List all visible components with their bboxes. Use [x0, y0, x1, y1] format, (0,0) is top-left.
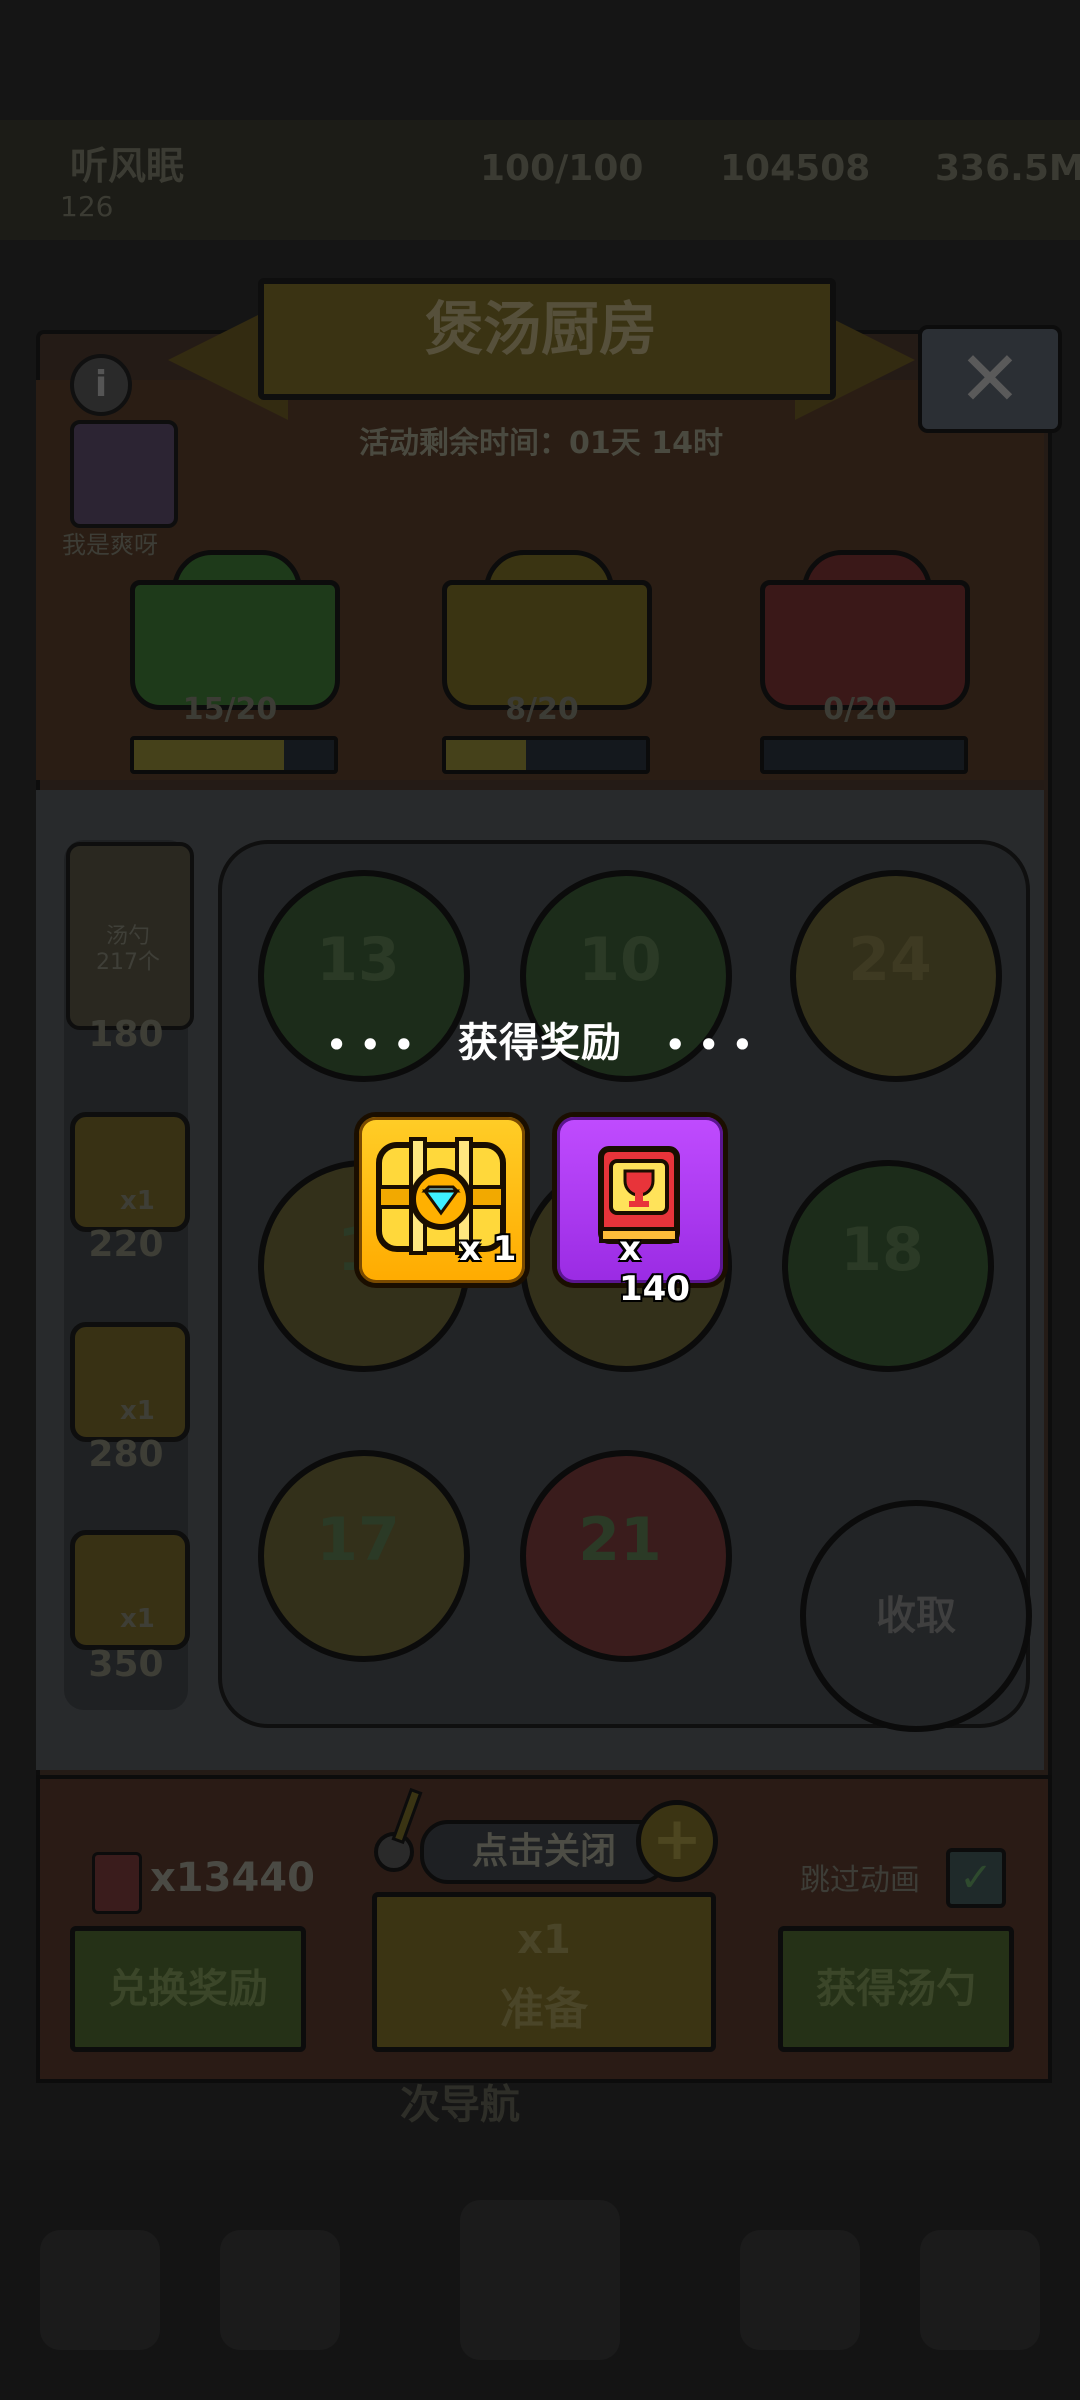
tap-to-close-label[interactable]: 点击关闭: [420, 1820, 668, 1884]
grid-pot-number: 17: [316, 1505, 400, 1575]
bottom-hint-text: 次导航: [400, 2082, 520, 2128]
prepare-button[interactable]: x1 准备: [372, 1892, 716, 2052]
pot-yellow: [442, 580, 652, 710]
close-icon: ✕: [958, 334, 1022, 423]
reward-item-chest[interactable]: x 1: [354, 1112, 530, 1288]
grid-pot-number: 21: [578, 1505, 662, 1575]
pot-yellow-count: 8/20: [505, 692, 579, 727]
energy-value: 100/100: [480, 148, 644, 189]
player-name: 听风眠: [70, 144, 185, 188]
skip-animation-label: 跳过动画: [800, 1863, 920, 1898]
skip-animation-checkbox[interactable]: ✓: [946, 1848, 1006, 1908]
milestone-350: 350: [88, 1644, 164, 1685]
pot-green-count: 15/20: [182, 692, 278, 727]
close-button[interactable]: ✕: [918, 325, 1062, 433]
info-icon: i: [94, 364, 108, 405]
nav-item[interactable]: [220, 2230, 340, 2350]
token-book-icon: [92, 1852, 142, 1914]
grid-pot-number: 18: [840, 1215, 924, 1285]
character-avatar[interactable]: [70, 420, 178, 528]
ladle-count: 217个: [96, 950, 160, 975]
pot-yellow-progress: [442, 736, 650, 774]
milestone-220: 220: [88, 1224, 164, 1265]
collect-button[interactable]: 收取: [800, 1500, 1032, 1732]
nav-item[interactable]: [920, 2230, 1040, 2350]
reward-header: • • • 获得奖励 • • •: [0, 1010, 1080, 1068]
nav-item[interactable]: [740, 2230, 860, 2350]
gold-value: 104508: [720, 148, 871, 189]
nav-item[interactable]: [40, 2230, 160, 2350]
pot-green: [130, 580, 340, 710]
plus-icon: +: [651, 1804, 703, 1874]
reward-qty-chest: x 1: [459, 1229, 517, 1269]
event-title: 煲汤厨房: [424, 295, 657, 363]
prepare-qty: x1: [517, 1917, 571, 1963]
nav-item-center[interactable]: [460, 2200, 620, 2360]
token-count: x13440: [150, 1855, 315, 1901]
reward-dots-left: • • •: [326, 1026, 416, 1064]
milestone-qty-220: x1: [120, 1186, 155, 1216]
grid-pot-number: 13: [316, 925, 400, 995]
milestone-280: 280: [88, 1434, 164, 1475]
reward-dots-right: • • •: [664, 1026, 754, 1064]
reward-title: 获得奖励: [458, 1020, 622, 1066]
redeem-button[interactable]: 兑换奖励: [70, 1926, 306, 2052]
prepare-label: 准备: [500, 1984, 588, 2035]
check-icon: ✓: [959, 1855, 993, 1901]
grid-pot-number: 10: [578, 925, 662, 995]
reward-item-book[interactable]: x 140: [552, 1112, 728, 1309]
character-label: 我是爽呀: [62, 531, 158, 559]
add-ladle-button[interactable]: +: [636, 1800, 718, 1882]
milestone-qty-350: x1: [120, 1604, 155, 1634]
grid-pot-number: 24: [848, 925, 932, 995]
milestone-qty-280: x1: [120, 1396, 155, 1426]
player-level: 126: [60, 190, 114, 223]
pot-red: [760, 580, 970, 710]
pot-green-progress: [130, 736, 338, 774]
cash-value: 336.5M: [935, 148, 1080, 189]
event-timer: 活动剩余时间：01天 14时: [359, 426, 723, 461]
reward-qty-book: x 140: [619, 1229, 690, 1309]
get-ladle-button[interactable]: 获得汤勺: [778, 1926, 1014, 2052]
pot-red-progress: [760, 736, 968, 774]
pot-red-count: 0/20: [823, 692, 897, 727]
info-button[interactable]: i: [70, 354, 132, 416]
